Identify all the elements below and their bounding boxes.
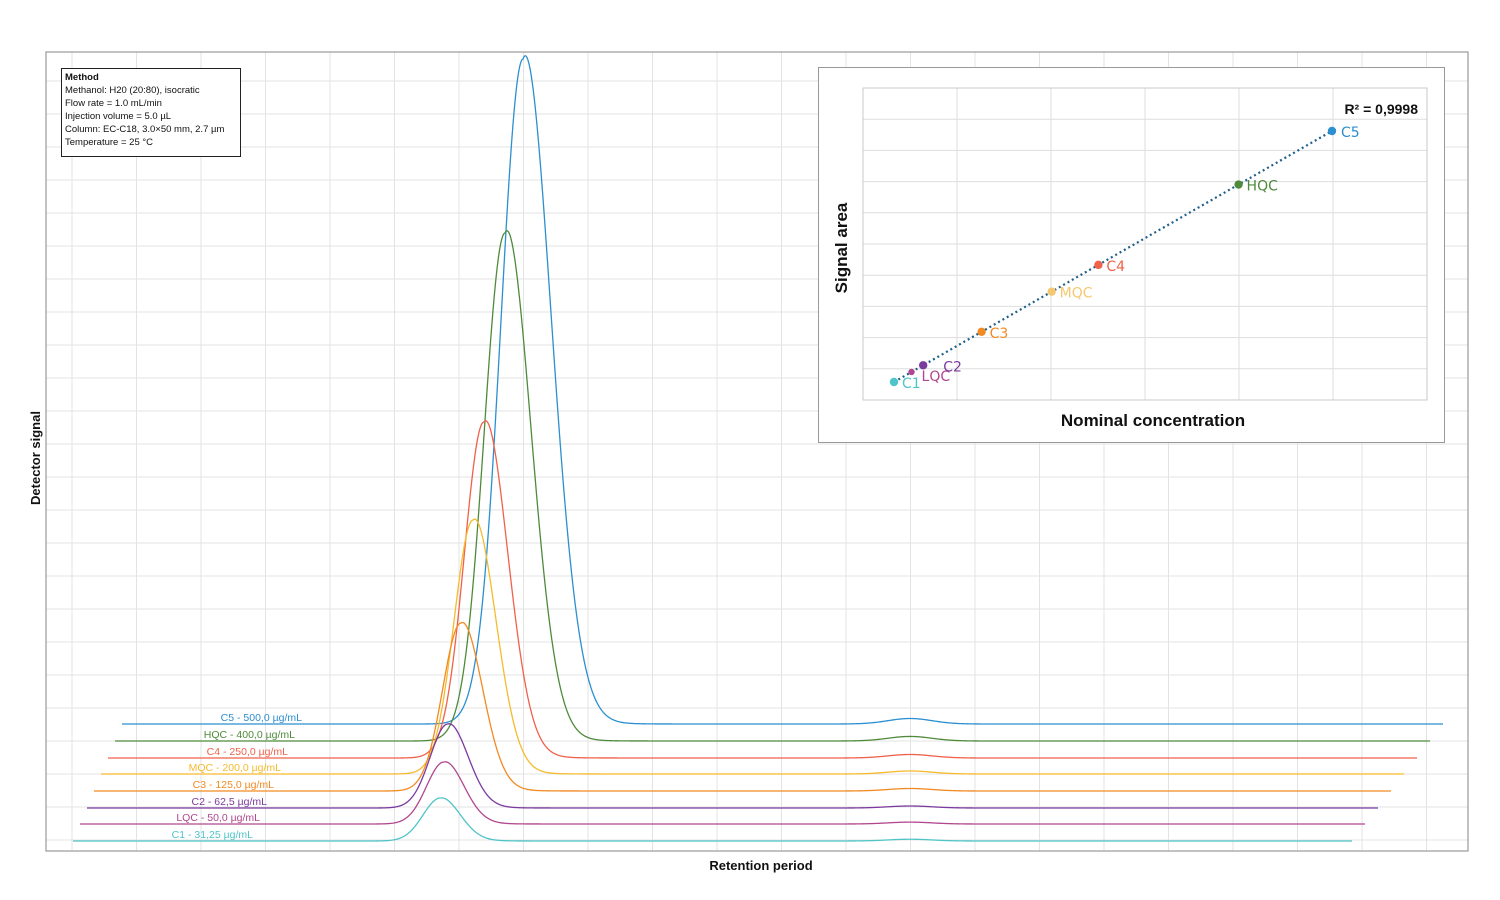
calibration-inset: C1 LQC C2 C3 MQC C4 HQC C5 R² = 0,9998 Nominal … (818, 67, 1445, 443)
point-c4 (1094, 260, 1103, 270)
point-label-c3: C3 (990, 326, 1009, 342)
series-label-c4: C4 - 250,0 µg/mL (207, 746, 288, 758)
method-line-column: Column: EC-C18, 3.0×50 mm, 2.7 µm (65, 123, 225, 135)
series-label-c2: C2 - 62,5 µg/mL (192, 796, 268, 808)
series-label-lqc: LQC - 50,0 µg/mL (176, 812, 260, 824)
point-c3 (977, 327, 986, 336)
method-line-flow-rate: Flow rate = 1.0 mL/min (65, 97, 162, 109)
series-line-c3 (94, 621, 1391, 792)
r-squared-annotation: R² = 0,9998 (1344, 101, 1418, 117)
point-c2 (919, 361, 928, 370)
point-label-c5: C5 (1341, 125, 1360, 141)
method-line-temperature: Temperature = 25 °C (65, 136, 154, 148)
point-lqc (908, 368, 915, 376)
series-line-c4 (108, 420, 1417, 759)
series-label-c5: C5 - 500,0 µg/mL (221, 712, 302, 724)
point-mqc (1047, 287, 1056, 296)
y-axis-label: Detector signal (28, 411, 43, 505)
method-line-injection-volume: Injection volume = 5.0 µL (65, 110, 172, 122)
point-label-hqc: HQC (1247, 179, 1279, 195)
method-line-eluent: Methanol: H20 (20:80), isocratic (65, 84, 200, 96)
series-label-mqc: MQC - 200,0 µg/mL (189, 762, 282, 774)
calibration-chart: C1 LQCC2C3MQCC4HQCC5 R² = 0,9998 Nominal … (832, 87, 1428, 430)
inset-y-axis-label: Signal area (832, 202, 851, 293)
series-label-hqc: HQC - 400,0 µg/mL (204, 729, 295, 741)
point-c1 (889, 377, 899, 387)
point-hqc (1234, 180, 1243, 189)
x-axis-label: Retention period (709, 858, 812, 873)
series-line-mqc (101, 518, 1404, 775)
method-title: Method (65, 72, 99, 83)
series-labels: C5 - 500,0 µg/mL HQC - 400,0 µg/mL C4 - 25… (172, 712, 302, 841)
inset-x-axis-label: Nominal concentration (1061, 411, 1245, 430)
trendline (893, 130, 1333, 383)
series-label-c3: C3 - 125,0 µg/mL (193, 779, 274, 791)
point-label-c1: C1 (902, 376, 921, 392)
point-c5 (1327, 126, 1337, 136)
method-info-box: Method Methanol: H20 (20:80), isocratic … (61, 68, 241, 157)
point-label-mqc: MQC (1060, 286, 1093, 302)
point-label-c4: C4 (1106, 259, 1125, 275)
calibration-points: C1 LQCC2C3MQCC4HQCC5 (889, 125, 1360, 392)
point-label-c2: C2 (943, 359, 962, 375)
series-label-c1: C1 - 31,25 µg/mL (172, 829, 253, 841)
